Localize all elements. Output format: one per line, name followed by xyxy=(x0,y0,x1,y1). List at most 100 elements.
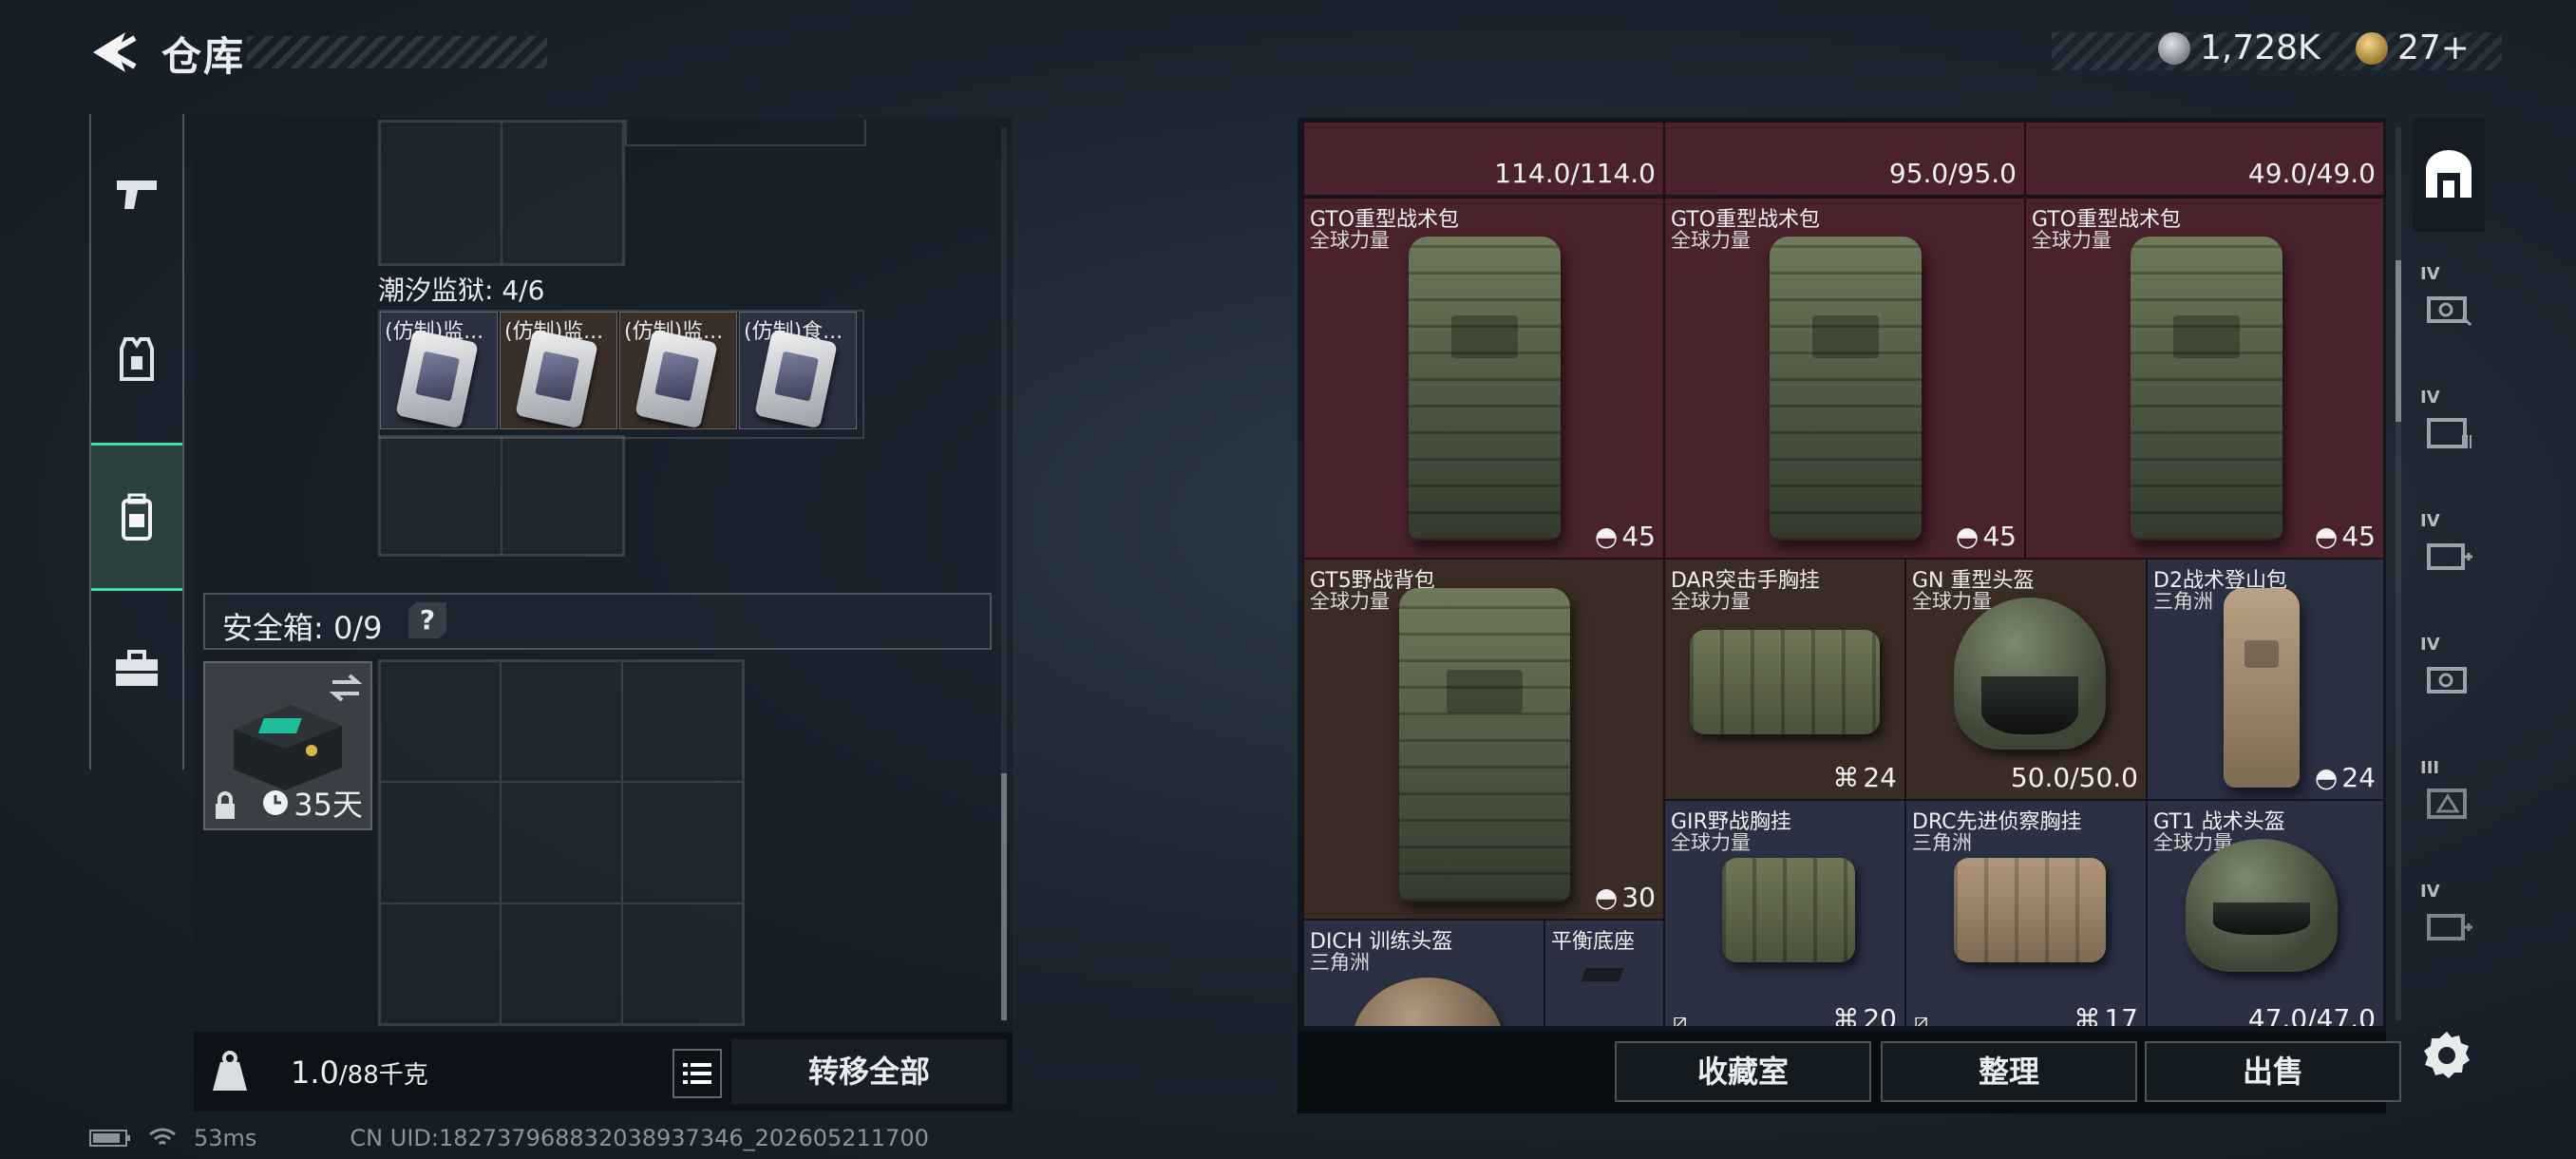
grid-cell[interactable] xyxy=(380,902,502,1024)
list-view-button[interactable] xyxy=(672,1049,722,1098)
item-tile[interactable]: GT1 战术头盔 全球力量 47.0/47.0 xyxy=(2147,800,2384,1026)
grid-cell[interactable] xyxy=(380,661,502,783)
backpack-image xyxy=(1409,237,1561,541)
rnav-case[interactable]: IV xyxy=(2413,374,2485,488)
item-tile[interactable]: 95.0/95.0 xyxy=(1664,122,2025,196)
capacity-value: 45 xyxy=(1982,521,2017,552)
rig-icon: ⌘ xyxy=(1832,762,1860,793)
grid-cell[interactable] xyxy=(501,902,622,1024)
item-tile[interactable]: 平衡底座 xyxy=(1544,920,1664,1026)
item-tile[interactable]: GN 重型头盔 全球力量 50.0/50.0 xyxy=(1905,559,2147,800)
item-tile[interactable]: GTO重型战术包 全球力量 ◓ 45 xyxy=(1664,198,2025,559)
item-tile[interactable]: GT5野战背包 全球力量 ◓ 30 xyxy=(1303,559,1664,920)
container-scrollbar[interactable] xyxy=(2396,127,2401,1020)
nav-toolbox[interactable] xyxy=(91,621,182,716)
durability: 47.0/47.0 xyxy=(2247,1003,2376,1026)
item-tile[interactable]: 49.0/49.0 xyxy=(2025,122,2384,196)
left-nav xyxy=(89,114,184,770)
gear-icon[interactable] xyxy=(2420,1028,2473,1081)
item-tile[interactable]: DRC先进侦察胸挂 三角洲 ⧄ ⌘ 17 xyxy=(1905,800,2147,1026)
container-footer: 收藏室 整理 出售 xyxy=(1297,1032,2401,1113)
item-faction: 全球力量 xyxy=(2032,229,2112,252)
capacity: ⌘ 17 xyxy=(2074,1003,2138,1026)
rnav-case[interactable]: IV xyxy=(2413,251,2485,365)
capacity-value: 24 xyxy=(2341,762,2376,793)
mount-image xyxy=(1581,968,1624,981)
nav-backpack[interactable] xyxy=(91,443,182,591)
item-tile[interactable]: GTO重型战术包 全球力量 ◓ 45 xyxy=(2025,198,2384,559)
grid-cell[interactable] xyxy=(380,782,502,903)
container-scroll-thumb[interactable] xyxy=(2396,260,2401,422)
item-tile[interactable]: DICH 训练头盔 三角洲 xyxy=(1303,920,1544,1026)
grid-cell[interactable] xyxy=(502,437,623,555)
stash-item[interactable]: (仿制)监... xyxy=(380,312,498,429)
rnav-case[interactable]: IV xyxy=(2413,621,2485,735)
lock-icon xyxy=(216,791,235,819)
user-uid: CN UID:182737968832038937346_20260521170… xyxy=(350,1125,929,1151)
capacity-icon: ◓ xyxy=(1594,882,1619,913)
case-iii-icon xyxy=(2427,788,2467,819)
ticket-balance[interactable]: 27+ xyxy=(2356,28,2470,67)
stash-item[interactable]: (仿制)监... xyxy=(619,312,737,429)
tier-label: IV xyxy=(2420,511,2440,531)
rnav-safehouse[interactable] xyxy=(2413,118,2485,232)
stash-scrollbar[interactable] xyxy=(1001,127,1007,1020)
item-faction: 全球力量 xyxy=(1671,590,1751,613)
item-faction: 全球力量 xyxy=(1671,831,1751,854)
tier-label: III xyxy=(2420,758,2440,778)
item-tile[interactable]: GTO重型战术包 全球力量 ◓ 45 xyxy=(1303,198,1664,559)
case-iv-icon xyxy=(2427,418,2472,448)
case-iv-icon xyxy=(2427,667,2467,694)
grid-cell[interactable] xyxy=(621,902,743,1024)
nav-armor[interactable] xyxy=(91,312,182,407)
expiry-days: 35天 xyxy=(294,787,363,823)
coin-balance[interactable]: 1,728K xyxy=(2158,28,2320,67)
collection-room-button[interactable]: 收藏室 xyxy=(1615,1041,1871,1102)
tier-label: IV xyxy=(2420,882,2440,902)
capacity-icon: ◓ xyxy=(1594,521,1619,552)
item-tile[interactable]: 114.0/114.0 xyxy=(1303,122,1664,196)
capacity: ⌘ 20 xyxy=(1832,1003,1897,1026)
help-button[interactable]: ? xyxy=(408,602,446,638)
grid-cell[interactable] xyxy=(621,661,743,783)
sell-button[interactable]: 出售 xyxy=(2145,1041,2401,1102)
item-tile[interactable]: GIR野战胸挂 全球力量 ⧄ ⌘ 20 xyxy=(1664,800,1905,1026)
pistol-icon xyxy=(117,180,157,209)
grid-cell[interactable] xyxy=(501,782,622,903)
right-nav: IV IV IV IV III IV xyxy=(2413,118,2485,1020)
grid-cell[interactable] xyxy=(380,122,502,264)
grid-cell[interactable] xyxy=(621,782,743,903)
stash-grid-fragment xyxy=(625,120,866,146)
capacity: ◓ 45 xyxy=(1956,521,2017,552)
item-tile[interactable]: DAR突击手胸挂 全球力量 ⌘ 24 xyxy=(1664,559,1905,800)
case-iv-icon xyxy=(2427,296,2472,327)
armor-vest-icon xyxy=(120,337,154,381)
stash-scroll-thumb[interactable] xyxy=(1001,773,1007,1020)
safe-box-item[interactable]: 35天 xyxy=(203,661,372,830)
medkit-iv-icon xyxy=(2427,543,2472,570)
rig-icon: ⌘ xyxy=(2074,1003,2101,1026)
item-tile[interactable]: D2战术登山包 三角洲 ◓ 24 xyxy=(2147,559,2384,800)
visor xyxy=(1980,676,2079,734)
capacity-value: 17 xyxy=(2104,1003,2138,1026)
transfer-all-button[interactable]: 转移全部 xyxy=(731,1039,1007,1104)
nav-weapons[interactable] xyxy=(91,146,182,241)
goggles xyxy=(2212,902,2311,935)
grid-cell[interactable] xyxy=(502,122,623,264)
stash-grid-lower xyxy=(378,435,625,557)
grid-cell[interactable] xyxy=(380,437,502,555)
organize-button[interactable]: 整理 xyxy=(1881,1041,2137,1102)
grid-cell[interactable] xyxy=(501,661,622,783)
helmet-image xyxy=(2186,839,2338,972)
rnav-medkit[interactable]: IV xyxy=(2413,498,2485,612)
chest-rig-image xyxy=(1722,858,1855,962)
coin-amount: 1,728K xyxy=(2200,28,2320,67)
item-faction: 三角洲 xyxy=(1912,831,1972,854)
swap-icon[interactable] xyxy=(329,673,363,703)
stash-item[interactable]: (仿制)监... xyxy=(500,312,617,429)
rnav-case[interactable]: III xyxy=(2413,745,2485,859)
capacity-value: 45 xyxy=(2341,521,2376,552)
back-icon[interactable] xyxy=(87,28,141,76)
rnav-medkit[interactable]: IV xyxy=(2413,868,2485,982)
stash-item[interactable]: (仿制)食... xyxy=(739,312,857,429)
